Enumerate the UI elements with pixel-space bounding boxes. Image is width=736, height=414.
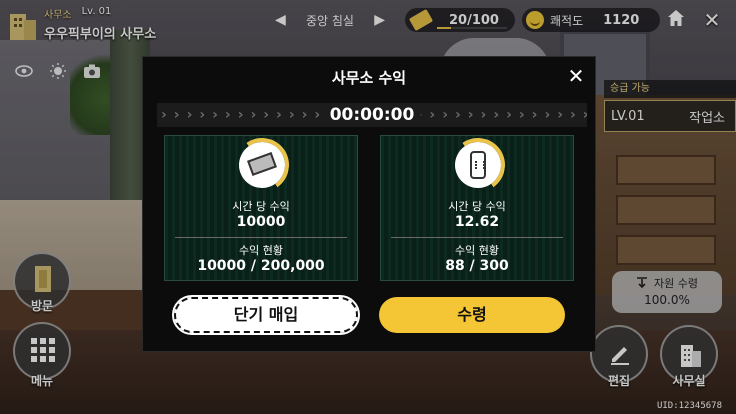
status-label: 수익 현황	[455, 244, 499, 257]
chevron-icon: ›	[454, 107, 461, 123]
phone-icon	[470, 151, 486, 179]
chevron-icon: ›	[301, 107, 308, 123]
divider	[391, 237, 563, 238]
phone-income-icon	[446, 133, 510, 197]
chevron-icon: ›	[544, 107, 551, 123]
chevron-icon: ›	[531, 107, 538, 123]
status-value: 10000 / 200,000	[197, 258, 325, 274]
status-value: 88 / 300	[445, 258, 509, 274]
income-timer: 00:00:00	[323, 103, 421, 127]
chevron-icon: ›	[557, 107, 563, 123]
modal-title: 사무소 수익	[331, 69, 407, 87]
chevron-icon: ›	[212, 107, 218, 123]
chevron-icon: ›	[506, 107, 512, 123]
chevron-icon: ›	[493, 107, 500, 123]
chevron-icon: ›	[276, 107, 282, 123]
chevron-icon: ›	[314, 107, 321, 123]
office-income-modal: 사무소 수익 ✕ ›››››››››››››››››››››››››››››››…	[142, 56, 596, 352]
chevron-icon: ›	[583, 107, 587, 123]
chevron-icon: ›	[429, 107, 436, 123]
chevron-icon: ›	[224, 107, 231, 123]
close-icon[interactable]: ✕	[565, 65, 587, 87]
chevron-icon: ›	[288, 107, 295, 123]
rate-label: 시간 당 수익	[448, 200, 506, 213]
chevron-icon: ›	[161, 107, 167, 123]
income-card-phone: 시간 당 수익 12.62 수익 현황 88 / 300	[380, 133, 574, 281]
chevron-icon: ›	[186, 107, 193, 123]
rate-value: 12.62	[454, 214, 500, 230]
chevron-icon: ›	[518, 107, 525, 123]
rate-label: 시간 당 수익	[232, 200, 290, 213]
chevron-icon: ›	[237, 107, 244, 123]
short-term-buy-button[interactable]: 단기 매입	[172, 295, 360, 335]
chevron-icon: ›	[199, 107, 206, 123]
divider	[175, 237, 347, 238]
rate-value: 10000	[236, 214, 286, 230]
chevron-icon: ›	[173, 107, 180, 123]
chevron-icon: ›	[480, 107, 487, 123]
claim-button[interactable]: 수령	[379, 297, 565, 333]
timer-strip: ›››››››››››››››››››››››››››››››››› 00:00…	[157, 103, 587, 127]
chevron-icon: ›	[467, 107, 474, 123]
status-label: 수익 현황	[239, 244, 283, 257]
chevron-icon: ›	[570, 107, 576, 123]
chevron-icon: ›	[263, 107, 270, 123]
chevron-icon: ›	[250, 107, 257, 123]
income-card-gold: 시간 당 수익 10000 수익 현황 10000 / 200,000	[164, 133, 358, 281]
chevron-icon: ›	[442, 107, 448, 123]
gold-income-icon	[230, 133, 294, 197]
